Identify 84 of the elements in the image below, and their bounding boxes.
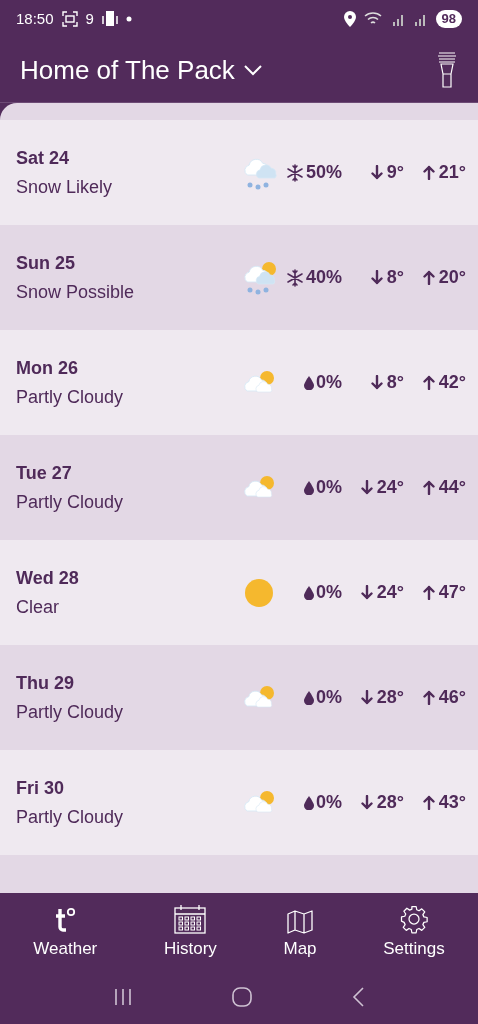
settings-icon <box>398 904 429 934</box>
notification-count: 9 <box>85 8 94 29</box>
down-arrow-icon <box>370 375 383 390</box>
down-arrow-icon <box>370 165 383 180</box>
forecast-row[interactable]: Thu 29 Partly Cloudy 0% 28° 46° <box>0 645 478 750</box>
chevron-down-icon <box>242 64 263 76</box>
recent-apps-icon[interactable] <box>113 987 133 1007</box>
precipitation-chance: 0% <box>316 476 342 499</box>
day-label: Sat 24 <box>16 146 71 170</box>
precipitation-chance: 0% <box>316 581 342 604</box>
temperature-icon <box>53 906 78 934</box>
condition-label: Partly Cloudy <box>16 385 125 409</box>
high-temperature: 43° <box>438 791 466 814</box>
status-time: 18:50 <box>16 8 54 29</box>
high-temperature: 44° <box>438 476 466 499</box>
down-arrow-icon <box>360 690 373 705</box>
drop-icon <box>304 585 314 600</box>
nav-tab[interactable]: Settings <box>383 901 445 962</box>
up-arrow-icon <box>422 375 435 390</box>
high-temperature: 47° <box>438 581 466 604</box>
map-icon <box>287 910 314 934</box>
condition-label: Partly Cloudy <box>16 700 125 724</box>
signal-icon <box>413 12 428 26</box>
sun-icon <box>244 577 274 608</box>
condition-label: Partly Cloudy <box>16 490 125 514</box>
day-label: Tue 27 <box>16 461 73 485</box>
low-temperature: 8° <box>386 371 404 394</box>
low-temperature: 24° <box>376 476 404 499</box>
forecast-row[interactable]: Tue 27 Partly Cloudy 0% 24° 44° <box>0 435 478 540</box>
precipitation-chance: 50% <box>305 161 342 184</box>
location-icon <box>343 11 356 27</box>
home-icon[interactable] <box>231 986 253 1008</box>
day-label: Mon 26 <box>16 356 79 380</box>
precipitation-chance: 0% <box>316 686 342 709</box>
high-temperature: 20° <box>438 266 466 289</box>
low-temperature: 28° <box>376 791 404 814</box>
down-arrow-icon <box>360 480 373 495</box>
day-label: Wed 28 <box>16 566 80 590</box>
precipitation-chance: 0% <box>316 791 342 814</box>
low-temperature: 8° <box>386 266 404 289</box>
drop-icon <box>304 690 314 705</box>
high-temperature: 46° <box>438 686 466 709</box>
location-dropdown[interactable]: Home of The Pack <box>20 50 263 90</box>
high-temperature: 21° <box>438 161 466 184</box>
drop-icon <box>304 375 314 390</box>
nav-tab[interactable]: Map <box>283 901 317 962</box>
down-arrow-icon <box>370 270 383 285</box>
day-label: Thu 29 <box>16 671 75 695</box>
up-arrow-icon <box>422 270 435 285</box>
phone-icon <box>101 10 118 28</box>
back-icon[interactable] <box>351 986 365 1008</box>
weather-station-icon[interactable] <box>436 50 458 90</box>
nav-tab[interactable]: History <box>163 901 217 962</box>
calendar-icon <box>174 904 207 934</box>
precipitation-chance: 0% <box>316 371 342 394</box>
drop-icon <box>304 795 314 810</box>
condition-label: Clear <box>16 595 60 619</box>
day-label: Sun 25 <box>16 251 77 275</box>
wifi-icon <box>363 11 384 27</box>
condition-label: Snow Likely <box>16 175 114 199</box>
snowflake-icon <box>285 268 304 287</box>
down-arrow-icon <box>360 795 373 810</box>
screenshot-icon <box>61 11 78 27</box>
condition-label: Snow Possible <box>16 280 136 304</box>
low-temperature: 28° <box>376 686 404 709</box>
up-arrow-icon <box>422 480 435 495</box>
dot-icon <box>125 16 132 22</box>
drop-icon <box>304 480 314 495</box>
precipitation-chance: 40% <box>305 266 342 289</box>
up-arrow-icon <box>422 165 435 180</box>
up-arrow-icon <box>422 585 435 600</box>
nav-tab[interactable]: Weather <box>33 901 98 962</box>
forecast-row[interactable]: Sun 25 Snow Possible 40% 8° 20° <box>0 225 478 330</box>
low-temperature: 24° <box>376 581 404 604</box>
day-label: Fri 30 <box>16 776 66 800</box>
snowflake-icon <box>285 163 304 182</box>
signal-icon <box>391 12 406 26</box>
high-temperature: 42° <box>438 371 466 394</box>
up-arrow-icon <box>422 795 435 810</box>
up-arrow-icon <box>422 690 435 705</box>
condition-label: Partly Cloudy <box>16 805 125 829</box>
low-temperature: 9° <box>386 161 404 184</box>
battery-level: 98 <box>435 10 462 28</box>
down-arrow-icon <box>360 585 373 600</box>
